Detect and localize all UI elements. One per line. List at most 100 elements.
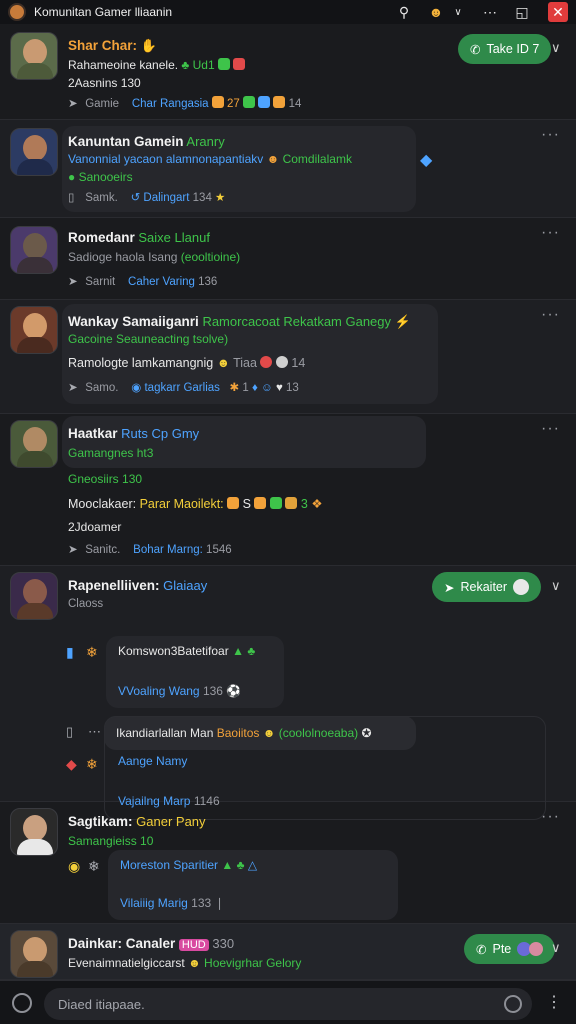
like-icon[interactable]: ▯ xyxy=(68,190,82,204)
chevron-down-icon[interactable]: ∨ xyxy=(446,7,470,18)
sticker-icon xyxy=(227,497,240,509)
group-link[interactable]: Char Rangasia xyxy=(132,98,209,110)
group-link[interactable]: Bohar Marng: xyxy=(133,544,203,556)
post-item[interactable]: Kanuntan Gamein Aranry Vanonnial yacaon … xyxy=(0,120,576,218)
ellipsis-icon[interactable]: ··· xyxy=(541,808,560,826)
reply-bubble[interactable]: Moreston Sparitier ▲ ♣ △ Vilaiiig Marig … xyxy=(108,850,398,920)
shield-icon: ▮ xyxy=(66,644,74,660)
leaf-icon: ♣ xyxy=(181,58,190,72)
more-icon[interactable]: ⋯ xyxy=(88,724,101,740)
post-subtext: Gneosiirs 130 xyxy=(68,472,143,486)
post-text: Sadioge haola Isang (eooltioine) xyxy=(68,250,241,264)
emoji-picker-icon[interactable] xyxy=(504,995,522,1013)
author-name[interactable]: Wankay Samaiiganri xyxy=(68,314,199,329)
more-icon[interactable]: ⋯ xyxy=(478,4,502,21)
pin-icon: ❘ xyxy=(214,896,225,910)
post-item[interactable]: Wankay Samaiiganri Ramorcacoat Rekatkam … xyxy=(0,300,576,414)
share-icon[interactable]: ➤ xyxy=(68,380,82,394)
sticker-icon xyxy=(242,96,255,108)
avatar[interactable] xyxy=(10,930,58,978)
heart-icon: ♥ xyxy=(275,382,283,394)
post-item[interactable]: Haatkar Ruts Cp Gmy Gamangnes ht3 Gneosi… xyxy=(0,414,576,566)
post-body: Mooclakaer: Parar Maoilekt: S 3 ❖ xyxy=(68,497,323,511)
tree-icon: ▲ xyxy=(232,644,244,658)
share-icon[interactable]: ➤ xyxy=(68,274,82,288)
close-icon[interactable]: ✕ xyxy=(548,2,568,22)
sticker-icon xyxy=(218,58,230,70)
leaf-icon: ♣ xyxy=(236,858,245,872)
message-input[interactable] xyxy=(58,988,498,1020)
group-link[interactable]: Caher Varing xyxy=(128,276,195,288)
avatar[interactable] xyxy=(10,808,58,856)
tag-icon: ✱ xyxy=(229,382,240,394)
post-item[interactable]: Dainkar: Canaler HUD 330 Evenaimnatielgi… xyxy=(0,924,576,980)
attach-icon[interactable] xyxy=(12,993,32,1013)
status-dot-icon: ● xyxy=(68,170,76,184)
author-name[interactable]: Haatkar xyxy=(68,426,118,441)
pte-button[interactable]: ✆ Pte xyxy=(464,934,556,964)
chevron-down-icon[interactable]: ∨ xyxy=(551,578,561,594)
chat-feed[interactable]: Shar Char: ✋ Rahameoine kanele. ♣ Ud1 2A… xyxy=(0,24,576,980)
more-vertical-icon[interactable]: ⋮ xyxy=(546,992,562,1012)
author-tag: Ganer Pany xyxy=(136,814,206,829)
message-composer: ⋮ xyxy=(0,980,576,1024)
flame-icon: ❄ xyxy=(88,858,100,874)
reply-icon[interactable]: ↺ xyxy=(131,192,141,204)
author-name[interactable]: Dainkar: Canaler xyxy=(68,936,175,951)
window-icon[interactable]: ◱ xyxy=(510,4,534,21)
group-link[interactable]: tagkarr Garlias xyxy=(144,382,219,394)
post-header: Wankay Samaiiganri Ramorcacoat Rekatkam … xyxy=(68,314,411,330)
shield-icon: ◆ xyxy=(66,756,77,772)
smile-emoji-icon: ☻ xyxy=(188,956,201,970)
avatar[interactable] xyxy=(10,32,58,80)
post-text: Vanonnial yacaon alamnonapantiakv ☻ Comd… xyxy=(68,152,352,166)
post-item[interactable]: Sagtikam: Ganer Pany Samangieiss 10 ◉ ❄ … xyxy=(0,802,576,924)
message-field[interactable] xyxy=(44,988,532,1020)
ellipsis-icon[interactable]: ··· xyxy=(541,126,560,144)
share-icon[interactable]: ➤ xyxy=(68,542,82,556)
take-id-button[interactable]: ✆ Take ID 7 xyxy=(458,34,552,64)
post-header: Shar Char: ✋ xyxy=(68,38,157,54)
author-name[interactable]: Romedanr xyxy=(68,230,135,245)
author-name[interactable]: Rapenelliiven: xyxy=(68,578,160,593)
chevron-down-icon[interactable]: ∨ xyxy=(551,40,561,56)
tree-icon: ▲ xyxy=(221,858,234,872)
smile-emoji-icon: ☻ xyxy=(266,152,280,166)
pin-icon: ➤ xyxy=(444,580,455,595)
torch-icon: ❖ xyxy=(311,497,323,511)
post-item[interactable]: Shar Char: ✋ Rahameoine kanele. ♣ Ud1 2A… xyxy=(0,24,576,120)
phone-icon: ✆ xyxy=(470,42,481,57)
reply-icon[interactable]: ◉ xyxy=(131,382,141,394)
post-item[interactable]: Rapenelliiven: Glaiaay Claoss ➤ Rekaiter… xyxy=(0,566,576,820)
post-header: Romedanr Saixe Llanuf xyxy=(68,230,210,245)
ellipsis-icon[interactable]: ··· xyxy=(541,420,560,438)
group-link[interactable]: Dalingart xyxy=(143,192,189,204)
chevron-down-icon[interactable]: ∨ xyxy=(551,940,561,956)
author-name[interactable]: Kanuntan Gamein xyxy=(68,134,184,149)
author-tag: Aranry xyxy=(186,134,225,149)
post-subtext: ● Sanooeirs xyxy=(68,170,133,184)
post-header: Kanuntan Gamein Aranry xyxy=(68,134,225,149)
emoji-icon[interactable]: ☻ xyxy=(424,4,448,20)
avatar[interactable] xyxy=(10,572,58,620)
hand-emoji-icon: ✋ xyxy=(140,38,157,53)
flame-icon: ❄ xyxy=(86,644,98,660)
avatar[interactable] xyxy=(10,306,58,354)
like-icon[interactable]: ▯ xyxy=(66,724,73,740)
avatar[interactable] xyxy=(10,226,58,274)
author-tag: HUD xyxy=(178,939,209,951)
avatar[interactable] xyxy=(10,420,58,468)
share-icon[interactable]: ➤ xyxy=(68,96,82,110)
author-name[interactable]: Sagtikam: xyxy=(68,814,133,829)
message-bubble xyxy=(62,416,426,468)
search-icon[interactable]: ⚲ xyxy=(392,4,416,21)
post-item[interactable]: Romedanr Saixe Llanuf Sadioge haola Isan… xyxy=(0,218,576,300)
ellipsis-icon[interactable]: ··· xyxy=(541,306,560,324)
ellipsis-icon[interactable]: ··· xyxy=(541,224,560,242)
avatar[interactable] xyxy=(10,128,58,176)
window-title: Komunitan Gamer lliaanin xyxy=(34,5,173,19)
author-name[interactable]: Shar Char: xyxy=(68,38,137,53)
rekaiter-button[interactable]: ➤ Rekaiter xyxy=(432,572,542,602)
post-text: Evenaimnatielgiccarst ☻ Hoevigrhar Gelor… xyxy=(68,956,302,970)
reply-bubble[interactable]: Komswon3Batetifoar ▲ ♣ VVoaling Wang 136… xyxy=(106,636,284,708)
